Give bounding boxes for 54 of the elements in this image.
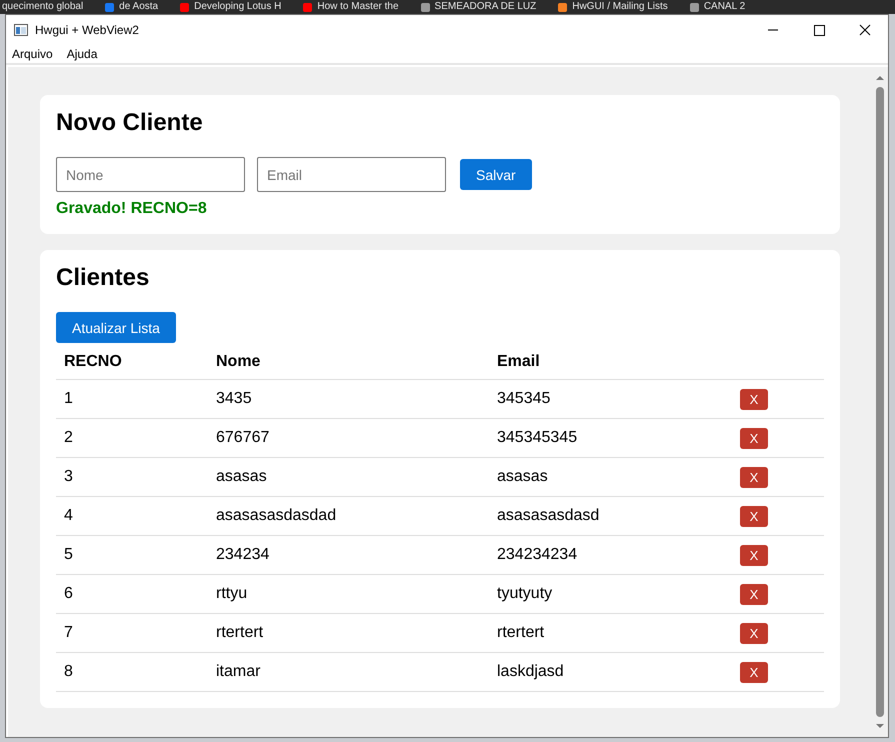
table-cell: 7 <box>56 614 208 652</box>
name-input[interactable]: Nome <box>56 157 245 192</box>
column-header: Email <box>489 347 732 380</box>
table-cell: 1 <box>56 380 208 418</box>
delete-button[interactable]: X <box>740 662 768 682</box>
delete-button[interactable]: X <box>740 388 768 410</box>
delete-button[interactable]: X <box>740 544 768 566</box>
bookmark-link[interactable]: de Aosta <box>119 1 158 13</box>
table-cell: 3 <box>56 458 208 496</box>
bookmark-link[interactable]: Developing Lotus H <box>194 1 282 13</box>
menu-item[interactable]: Ajuda <box>66 47 98 61</box>
section-title: Clientes <box>56 264 150 292</box>
bookmark-link[interactable]: quecimento global <box>2 1 84 13</box>
table-cell: asasas <box>208 458 489 496</box>
column-header: Nome <box>208 347 489 380</box>
table-cell: 345345345 <box>489 418 732 458</box>
table-cell: 676767 <box>208 418 489 458</box>
column-header: RECNO <box>56 347 208 380</box>
table-cell: laskdjasd <box>489 652 732 692</box>
success-message: Gravado! RECNO=8 <box>56 200 208 218</box>
table-cell: 3435 <box>208 380 489 418</box>
table-cell: 234234 <box>208 536 489 574</box>
delete-button[interactable]: X <box>740 584 768 604</box>
section-title: Novo Cliente <box>56 109 204 137</box>
save-button[interactable]: Salvar <box>460 159 532 190</box>
table-cell: asasasasdasd <box>489 496 732 536</box>
refresh-list-button[interactable]: Atualizar Lista <box>56 312 176 343</box>
table-cell: rtertert <box>489 614 732 652</box>
table-cell: 2 <box>56 418 208 458</box>
table-cell: 8 <box>56 652 208 692</box>
bookmark-link[interactable]: SEMEADORA DE LUZ <box>434 1 536 13</box>
table-cell: itamar <box>208 652 489 692</box>
window-app-icon <box>14 24 28 36</box>
table-cell: 5 <box>56 536 208 574</box>
delete-button[interactable]: X <box>740 466 768 488</box>
email-input[interactable]: Email <box>257 157 446 192</box>
table-cell: rtertert <box>208 614 489 652</box>
bookmark-link[interactable]: CANAL 2 <box>704 1 746 13</box>
scrollbar-thumb[interactable] <box>876 87 884 717</box>
table-cell: 345345 <box>489 380 732 418</box>
table-cell: asasasasdasdad <box>208 496 489 536</box>
bookmark-link[interactable]: HwGUI / Mailing Lists <box>572 1 668 13</box>
table-cell: 6 <box>56 574 208 614</box>
delete-button[interactable]: X <box>740 506 768 526</box>
table-cell: asasas <box>489 458 732 496</box>
table-cell: rttyu <box>208 574 489 614</box>
bookmark-link[interactable]: How to Master the <box>317 1 399 13</box>
delete-button[interactable]: X <box>740 428 768 448</box>
window-title: Hwgui + WebView2 <box>35 23 139 37</box>
table-cell: 4 <box>56 496 208 536</box>
table-cell: 234234234 <box>489 536 732 574</box>
table-cell: tyutyuty <box>489 574 732 614</box>
delete-button[interactable]: X <box>740 622 768 644</box>
menu-item[interactable]: Arquivo <box>12 47 53 61</box>
